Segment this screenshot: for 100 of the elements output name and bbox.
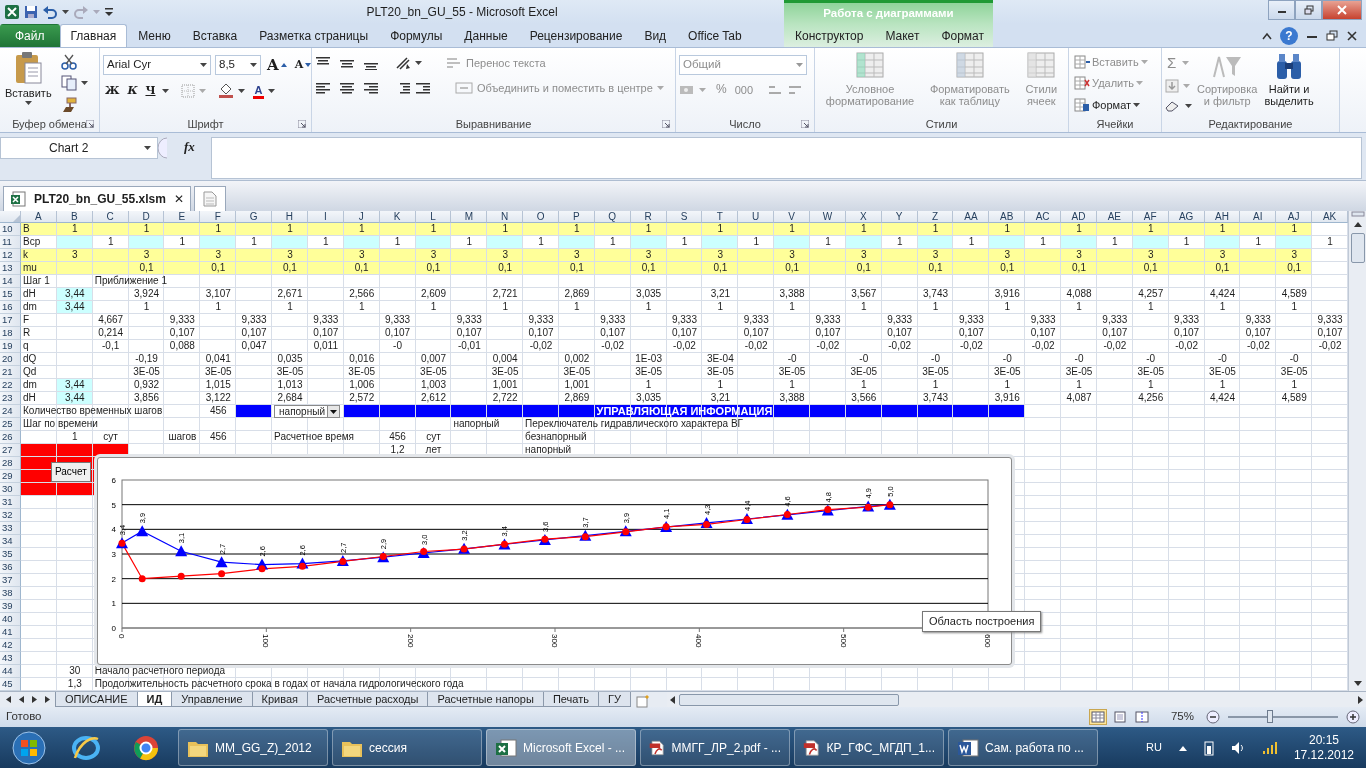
table-cell: 3 bbox=[989, 249, 1026, 262]
table-cell-text: 2,572 bbox=[348, 392, 376, 405]
table-cell-text: 3E-05 bbox=[1136, 366, 1166, 379]
table-cell-text: 3,107 bbox=[204, 288, 232, 301]
table-cell-text: 0,107 bbox=[455, 327, 483, 340]
table-cell-text: 3,388 bbox=[778, 288, 806, 301]
table-cell-text: dH bbox=[22, 288, 37, 301]
table-cell-text: 9,333 bbox=[1101, 314, 1129, 327]
table-cell-text: 3E-05 bbox=[275, 366, 305, 379]
table-cell-text: -0 bbox=[1288, 353, 1300, 366]
status-text: Готово bbox=[6, 709, 42, 725]
table-cell-text: 1 bbox=[1218, 301, 1227, 314]
table-cell: 0,1 bbox=[845, 262, 882, 275]
table-cell-text: 1 bbox=[895, 236, 904, 249]
table-cell-text: 0,107 bbox=[384, 327, 412, 340]
table-cell: 0,1 bbox=[630, 262, 667, 275]
table-cell: 3 bbox=[1276, 249, 1313, 262]
table-cell-text: 9,333 bbox=[384, 314, 412, 327]
table-cell-text: 0,016 bbox=[348, 353, 376, 366]
table-cell-text: 3E-05 bbox=[347, 366, 377, 379]
table-cell: 1 bbox=[1061, 223, 1097, 236]
table-cell-text: 4,088 bbox=[1065, 288, 1093, 301]
table-cell-text: 9,333 bbox=[1029, 314, 1057, 327]
table-cell-text: -0 bbox=[1001, 353, 1013, 366]
table-cell-text: 0,035 bbox=[276, 353, 304, 366]
table-cell-text: 4,667 bbox=[97, 314, 125, 327]
table-cell-text: 1 bbox=[824, 236, 832, 249]
table-cell-text: 1 bbox=[214, 301, 223, 314]
table-cell-text: 9,333 bbox=[168, 314, 196, 327]
table-cell-text: 9,333 bbox=[814, 314, 842, 327]
table-cell-text: 0,011 bbox=[312, 340, 339, 353]
table-cell-text: 9,333 bbox=[455, 314, 483, 327]
table-cell-text: 2,722 bbox=[491, 392, 519, 405]
table-cell-text: 1 bbox=[573, 301, 581, 314]
table-cell-text: 1 bbox=[1039, 236, 1047, 249]
table-cell-text: dH bbox=[22, 392, 37, 405]
table-cell-text: 0,932 bbox=[133, 379, 161, 392]
table-cell-text: 1 bbox=[178, 236, 187, 249]
table-cell-text: 1,2 bbox=[389, 444, 406, 457]
table-cell-text: 3,567 bbox=[850, 288, 878, 301]
table-cell: 3 bbox=[630, 249, 667, 262]
table-cell-text: -0,1 bbox=[101, 340, 121, 353]
table-cell-text: 1 bbox=[106, 236, 115, 249]
table-cell: 3,44 bbox=[56, 301, 93, 314]
y-tick-label: 6 bbox=[111, 476, 116, 485]
table-cell: 0,1 bbox=[415, 262, 452, 275]
group-label: Шрифт bbox=[187, 116, 224, 132]
table-cell-text: q bbox=[22, 340, 30, 353]
table-cell-text: 0,002 bbox=[563, 353, 591, 366]
table-cell-text: 9,333 bbox=[527, 314, 555, 327]
table-cell-text: 0,107 bbox=[1173, 327, 1201, 340]
table-cell-text: 1 bbox=[1075, 379, 1083, 392]
table-cell-text: 1 bbox=[1182, 236, 1191, 249]
table-cell-text: -0,02 bbox=[1245, 340, 1271, 353]
table-cell-text: 1,001 bbox=[491, 379, 519, 392]
table-cell-text: 4,424 bbox=[1208, 288, 1236, 301]
tooltip: Область построения bbox=[922, 611, 1042, 632]
table-cell-text: 0,214 bbox=[97, 327, 125, 340]
group-label: Ячейки bbox=[1096, 116, 1134, 132]
table-cell-text: 1 bbox=[142, 301, 151, 314]
table-cell-text: 2,612 bbox=[419, 392, 447, 405]
table-cell: 1 bbox=[343, 223, 380, 236]
table-cell-text: 1 bbox=[537, 236, 545, 249]
table-cell-text: Приближение 1 bbox=[93, 275, 168, 288]
table-cell: 3 bbox=[917, 249, 954, 262]
table-cell-text: dm bbox=[22, 301, 38, 314]
table-cell-text: 1 bbox=[1075, 301, 1083, 314]
table-cell-text: 3,21 bbox=[709, 288, 732, 301]
table-cell: 3 bbox=[128, 249, 165, 262]
table-cell-text: 3,856 bbox=[133, 392, 161, 405]
table-cell: 1 bbox=[487, 223, 524, 236]
table-cell-text: 3E-05 bbox=[1279, 366, 1309, 379]
table-cell-text: 1 bbox=[393, 236, 402, 249]
table-cell: 1 bbox=[1132, 223, 1169, 236]
table-cell-text: 30 bbox=[68, 665, 82, 678]
table-cell-text: -0,02 bbox=[528, 340, 554, 353]
table-cell-text: 1 bbox=[357, 301, 366, 314]
table-cell-text: Расчетное время bbox=[273, 431, 355, 444]
table-cell-text: 1 bbox=[286, 301, 294, 314]
table-cell-text: 9,333 bbox=[1244, 314, 1272, 327]
table-cell-text: Вср bbox=[22, 236, 42, 249]
table-cell-text: 1E-03 bbox=[634, 353, 663, 366]
table-cell: mu bbox=[21, 262, 57, 275]
table-cell-text: 3E-05 bbox=[490, 366, 520, 379]
table-cell-text: 1 bbox=[1290, 301, 1298, 314]
table-cell-text: Количество временных шагов bbox=[22, 405, 164, 418]
table-cell: 1 bbox=[630, 223, 667, 236]
table-cell-text: 0,107 bbox=[240, 327, 268, 340]
table-cell-text: сут bbox=[102, 431, 119, 444]
table-cell-text: напорный bbox=[524, 444, 572, 457]
table-cell-text: 1 bbox=[250, 236, 258, 249]
table-cell: 3 bbox=[415, 249, 452, 262]
table-cell-text: 3E-05 bbox=[562, 366, 592, 379]
table-cell: 0,1 bbox=[1132, 262, 1169, 275]
table-cell-text: 1 bbox=[1003, 301, 1012, 314]
table-cell-text: 0,107 bbox=[168, 327, 196, 340]
table-cell-text: 1,003 bbox=[419, 379, 447, 392]
table-cell: 3 bbox=[272, 249, 308, 262]
x-tick-label: 200 bbox=[405, 634, 415, 648]
table-cell-text: 3,21 bbox=[709, 392, 732, 405]
